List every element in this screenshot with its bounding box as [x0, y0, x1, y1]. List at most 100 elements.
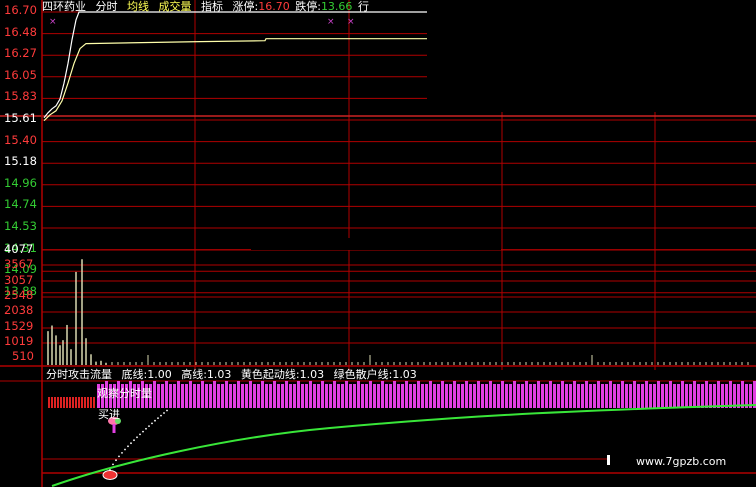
tab-fenshi[interactable]: 分时	[96, 0, 118, 13]
magenta-volume-bar	[685, 384, 688, 408]
magenta-volume-bar	[409, 384, 412, 408]
red-volume-bar	[72, 397, 74, 408]
magenta-volume-bar	[461, 384, 464, 408]
price-tick-label: 16.05	[4, 67, 37, 82]
magenta-volume-bar	[669, 381, 672, 408]
price-tick-label: 16.70	[4, 3, 37, 17]
magenta-volume-bar	[385, 384, 388, 408]
magenta-volume-bar	[701, 384, 704, 408]
volume-tick-label: 2038	[4, 303, 34, 318]
magenta-volume-bar	[689, 384, 692, 408]
red-volume-bar	[75, 397, 77, 408]
volume-tick-label: 1529	[4, 318, 34, 333]
price-tick-label: 14.74	[4, 197, 37, 212]
limit-marker: ×	[347, 17, 355, 27]
tab-junxian[interactable]: 均线	[127, 0, 149, 13]
red-volume-bar	[69, 397, 71, 408]
limit-marker: ×	[327, 17, 335, 27]
magenta-volume-bar	[265, 384, 268, 408]
magenta-volume-bar	[341, 384, 344, 408]
magenta-volume-bar	[509, 384, 512, 408]
magenta-volume-bar	[457, 384, 460, 408]
magenta-volume-bar	[401, 384, 404, 408]
price-tick-label: 14.96	[4, 175, 37, 190]
magenta-volume-bar	[233, 384, 236, 408]
magenta-volume-bar	[529, 384, 532, 408]
magenta-volume-bar	[725, 384, 728, 408]
magenta-volume-bar	[373, 384, 376, 408]
magenta-volume-bar	[577, 384, 580, 408]
red-volume-bar	[54, 397, 56, 408]
magenta-volume-bar	[429, 381, 432, 408]
magenta-volume-bar	[477, 381, 480, 408]
red-volume-bar	[66, 397, 68, 408]
tab-volume[interactable]: 成交量	[159, 0, 192, 13]
red-volume-bar	[90, 397, 92, 408]
magenta-volume-bar	[497, 384, 500, 408]
limit-marker: ×	[49, 17, 57, 27]
magenta-volume-bar	[237, 381, 240, 408]
magenta-volume-bar	[525, 381, 528, 408]
magenta-volume-bar	[561, 381, 564, 408]
stock-name: 四环药业	[42, 0, 86, 13]
magenta-volume-bar	[573, 381, 576, 408]
grid-mask	[251, 238, 501, 250]
magenta-volume-bar	[309, 381, 312, 408]
start-line-dot	[145, 427, 147, 430]
magenta-volume-bar	[365, 384, 368, 408]
magenta-volume-bar	[249, 381, 252, 408]
magenta-volume-bar	[517, 384, 520, 408]
magenta-volume-bar	[713, 384, 716, 408]
tab-indicator[interactable]: 指标	[201, 0, 223, 13]
header-trailing: 行	[357, 0, 369, 13]
volume-tick-label: 4077	[4, 242, 34, 256]
magenta-volume-bar	[381, 381, 384, 408]
magenta-volume-bar	[681, 381, 684, 408]
magenta-volume-bar	[737, 384, 740, 408]
red-volume-bar	[48, 397, 50, 408]
red-volume-bar	[87, 397, 89, 408]
magenta-volume-bar	[541, 384, 544, 408]
magenta-volume-bar	[565, 384, 568, 408]
magenta-volume-bar	[501, 381, 504, 408]
magenta-volume-bar	[469, 384, 472, 408]
magenta-volume-bar	[361, 384, 364, 408]
magenta-volume-bar	[325, 384, 328, 408]
magenta-volume-bar	[317, 384, 320, 408]
start-line-dot	[157, 417, 159, 419]
magenta-volume-bar	[665, 384, 668, 408]
magenta-volume-bar	[337, 384, 340, 408]
magenta-volume-bar	[257, 384, 260, 408]
magenta-volume-bar	[393, 381, 396, 408]
red-volume-bar	[93, 397, 95, 408]
red-volume-bar	[51, 397, 53, 408]
magenta-volume-bar	[641, 384, 644, 408]
price-tick-label: 14.53	[4, 219, 37, 233]
magenta-volume-bar	[153, 381, 156, 408]
magenta-volume-bar	[213, 381, 216, 408]
magenta-volume-bar	[645, 381, 648, 408]
magenta-volume-bar	[417, 381, 420, 408]
magenta-volume-bar	[225, 381, 228, 408]
price-line	[43, 11, 427, 119]
price-tick-label: 15.61	[4, 111, 37, 125]
observe-volume-label: 观察分时量	[97, 387, 152, 400]
magenta-volume-bar	[413, 384, 416, 408]
red-volume-bar	[81, 397, 83, 408]
magenta-volume-bar	[493, 384, 496, 408]
start-line-dot	[142, 430, 144, 433]
magenta-volume-bar	[329, 384, 332, 408]
magenta-volume-bar	[173, 384, 176, 408]
start-line-dot	[124, 448, 126, 451]
magenta-volume-bar	[589, 384, 592, 408]
magenta-volume-bar	[521, 384, 524, 408]
magenta-volume-bar	[197, 384, 200, 408]
magenta-volume-bar	[557, 384, 560, 408]
yellow-line-value: 黄色起动线:1.03	[240, 368, 325, 381]
magenta-volume-bar	[333, 381, 336, 408]
start-line-dot	[136, 436, 138, 439]
magenta-volume-bar	[177, 381, 180, 408]
magenta-volume-bar	[277, 384, 280, 408]
magenta-volume-bar	[705, 381, 708, 408]
magenta-volume-bar	[545, 384, 548, 408]
